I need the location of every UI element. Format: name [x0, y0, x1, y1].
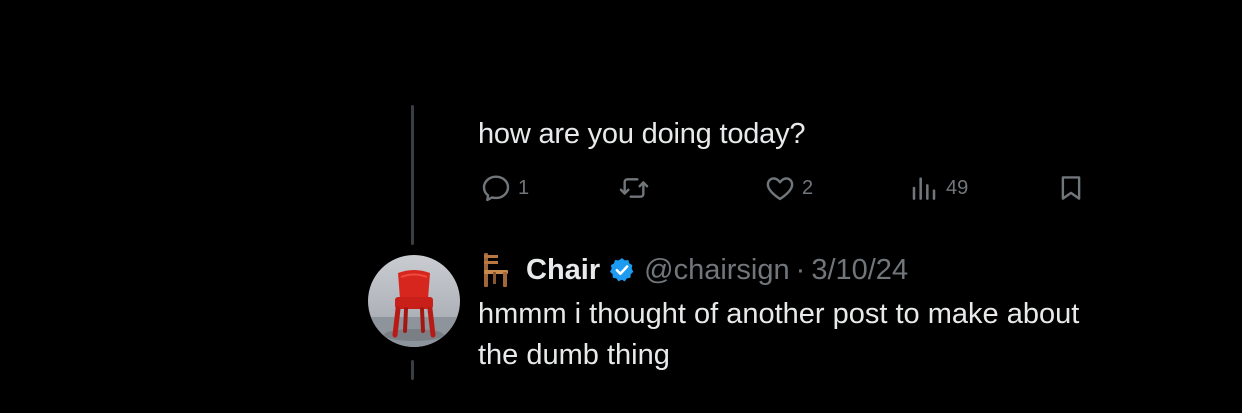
avatar[interactable]: [368, 255, 460, 347]
reply-count: 1: [518, 176, 530, 199]
retweet-button[interactable]: [618, 168, 656, 208]
parent-post-text: how are you doing today?: [478, 118, 806, 150]
like-count: 2: [802, 176, 814, 199]
bookmark-button[interactable]: [1056, 168, 1086, 208]
views-button[interactable]: 49: [908, 168, 968, 208]
reply-post-header: Chair @chairsign · 3/10/24: [478, 250, 908, 290]
chair-emoji-icon: [478, 252, 512, 288]
user-handle[interactable]: @chairsign: [644, 254, 790, 287]
verified-badge-icon: [608, 256, 636, 284]
thread-connector-line-bottom: [411, 360, 414, 380]
reply-icon: [480, 172, 512, 204]
separator-dot: ·: [795, 253, 806, 286]
reply-button[interactable]: 1: [480, 168, 529, 208]
heart-icon: [764, 172, 796, 204]
views-count: 49: [946, 176, 969, 199]
retweet-icon: [618, 172, 650, 204]
like-button[interactable]: 2: [764, 168, 813, 208]
post-date[interactable]: 3/10/24: [811, 254, 908, 287]
display-name[interactable]: Chair: [526, 254, 600, 287]
parent-post-action-bar: 1 2 49: [478, 168, 1088, 208]
reply-post-text: hmmm i thought of another post to make a…: [478, 298, 1080, 371]
thread-connector-line: [411, 105, 414, 245]
bookmark-icon: [1056, 172, 1086, 204]
bar-chart-icon: [908, 172, 940, 204]
